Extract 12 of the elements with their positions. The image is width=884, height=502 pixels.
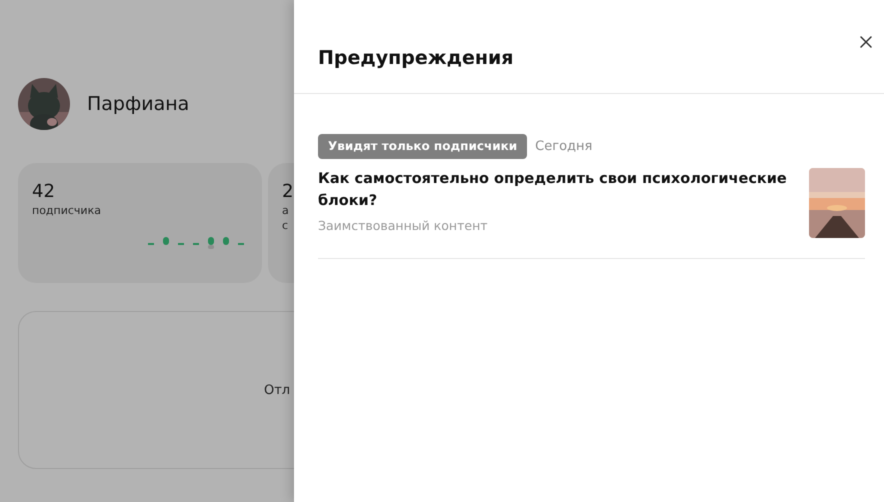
stat-value: 42: [32, 181, 56, 202]
panel-title: Предупреждения: [318, 46, 514, 68]
stat-value: 2: [282, 181, 294, 202]
warning-reason: Заимствованный контент: [318, 218, 489, 233]
stat-label: подписчика: [32, 204, 102, 217]
post-date: Сегодня: [535, 139, 592, 154]
notice-text: Отл: [264, 382, 290, 398]
post-title[interactable]: Как самостоятельно определить свои психологические блоки?: [318, 168, 789, 212]
stat-label: с: [282, 219, 290, 232]
audience-badge: Увидят только подписчики: [318, 134, 528, 159]
profile-name: Парфиана: [87, 93, 190, 115]
stat-label: а: [282, 204, 290, 217]
